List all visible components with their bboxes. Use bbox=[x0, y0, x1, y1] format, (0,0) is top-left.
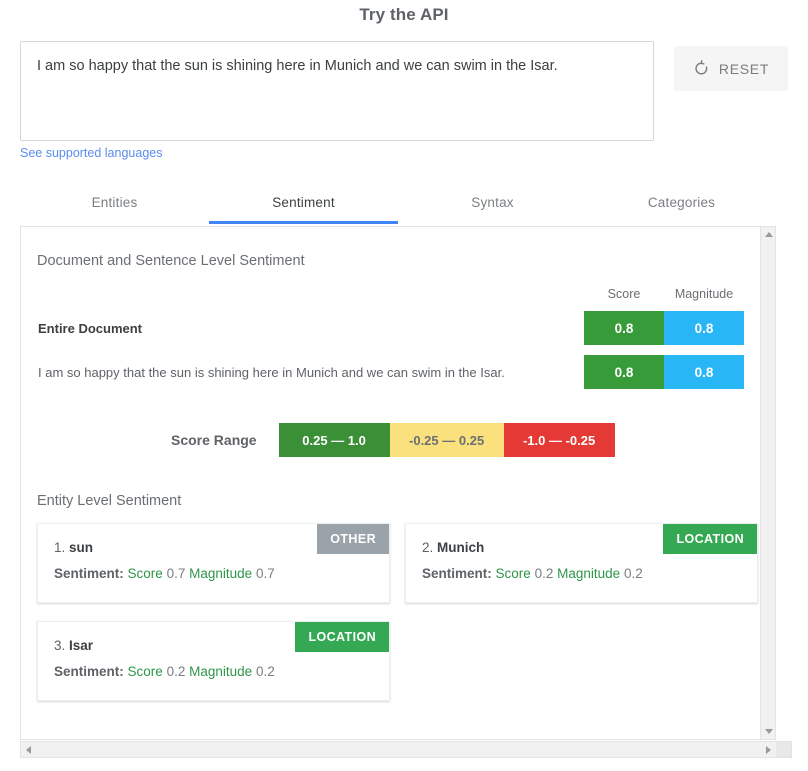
magnitude-chip: 0.8 bbox=[664, 311, 744, 345]
entity-name: Isar bbox=[69, 638, 93, 653]
entity-card[interactable]: OTHER 1. sun Sentiment: Score 0.7 Magnit… bbox=[37, 523, 390, 603]
results-panel: Document and Sentence Level Sentiment Sc… bbox=[20, 226, 776, 740]
tab-entities[interactable]: Entities bbox=[20, 186, 209, 224]
entity-type-badge: LOCATION bbox=[663, 524, 757, 554]
tab-categories-label: Categories bbox=[648, 195, 715, 210]
results-content: Document and Sentence Level Sentiment Sc… bbox=[21, 227, 776, 739]
entity-magnitude-value: 0.2 bbox=[624, 566, 643, 581]
column-header-score: Score bbox=[584, 287, 664, 301]
entity-sentiment-line: Sentiment: Score 0.2 Magnitude 0.2 bbox=[422, 566, 743, 581]
entity-magnitude-key: Magnitude bbox=[189, 664, 252, 679]
tab-sentiment[interactable]: Sentiment bbox=[209, 186, 398, 224]
row-label: Entire Document bbox=[37, 321, 584, 336]
scroll-left-arrow-icon[interactable] bbox=[21, 742, 36, 757]
entity-sentiment-label: Sentiment: bbox=[54, 664, 124, 679]
scroll-right-arrow-icon[interactable] bbox=[761, 742, 776, 757]
range-segment-negative: -1.0 — -0.25 bbox=[504, 423, 615, 457]
tab-entities-label: Entities bbox=[92, 195, 138, 210]
entity-type-badge: OTHER bbox=[317, 524, 389, 554]
document-sentiment-heading: Document and Sentence Level Sentiment bbox=[21, 253, 776, 269]
entity-sentiment-line: Sentiment: Score 0.2 Magnitude 0.2 bbox=[54, 664, 375, 679]
tab-categories[interactable]: Categories bbox=[587, 186, 776, 224]
score-chip: 0.8 bbox=[584, 311, 664, 345]
score-range-bar: 0.25 — 1.0 -0.25 — 0.25 -1.0 — -0.25 bbox=[279, 423, 615, 457]
scrollbar-corner bbox=[776, 742, 791, 757]
entity-sentiment-label: Sentiment: bbox=[422, 566, 492, 581]
entity-name: sun bbox=[69, 540, 93, 555]
tab-syntax[interactable]: Syntax bbox=[398, 186, 587, 224]
entity-score-value: 0.2 bbox=[167, 664, 186, 679]
entity-magnitude-value: 0.7 bbox=[256, 566, 275, 581]
entity-magnitude-value: 0.2 bbox=[256, 664, 275, 679]
table-row: I am so happy that the sun is shining he… bbox=[21, 355, 760, 389]
entity-sentiment-label: Sentiment: bbox=[54, 566, 124, 581]
tab-sentiment-label: Sentiment bbox=[272, 195, 335, 210]
magnitude-chip: 0.8 bbox=[664, 355, 744, 389]
score-range-legend: Score Range 0.25 — 1.0 -0.25 — 0.25 -1.0… bbox=[21, 423, 776, 457]
text-input[interactable] bbox=[20, 41, 654, 141]
row-label: I am so happy that the sun is shining he… bbox=[37, 365, 584, 380]
supported-languages-link[interactable]: See supported languages bbox=[20, 146, 162, 160]
input-row: RESET bbox=[0, 41, 808, 143]
table-row: Entire Document 0.8 0.8 bbox=[21, 311, 760, 345]
scroll-down-arrow-icon[interactable] bbox=[761, 724, 776, 739]
score-chip: 0.8 bbox=[584, 355, 664, 389]
entity-magnitude-key: Magnitude bbox=[557, 566, 620, 581]
scroll-up-arrow-icon[interactable] bbox=[761, 227, 776, 242]
score-table-header: Score Magnitude bbox=[21, 287, 760, 301]
tab-syntax-label: Syntax bbox=[471, 195, 513, 210]
entity-magnitude-key: Magnitude bbox=[189, 566, 252, 581]
entity-index: 2. bbox=[422, 540, 433, 555]
entity-sentiment-heading: Entity Level Sentiment bbox=[21, 493, 776, 509]
entity-score-key: Score bbox=[128, 664, 163, 679]
range-segment-positive: 0.25 — 1.0 bbox=[279, 423, 390, 457]
entity-score-value: 0.2 bbox=[535, 566, 554, 581]
document-sentiment-table: Score Magnitude Entire Document 0.8 0.8 … bbox=[21, 287, 760, 389]
entity-score-value: 0.7 bbox=[167, 566, 186, 581]
entity-sentiment-line: Sentiment: Score 0.7 Magnitude 0.7 bbox=[54, 566, 375, 581]
entity-card[interactable]: LOCATION 2. Munich Sentiment: Score 0.2 … bbox=[405, 523, 758, 603]
entity-card-list: OTHER 1. sun Sentiment: Score 0.7 Magnit… bbox=[21, 523, 776, 719]
entity-index: 3. bbox=[54, 638, 65, 653]
reset-button-label: RESET bbox=[719, 61, 769, 77]
page-title: Try the API bbox=[0, 0, 808, 28]
entity-type-badge: LOCATION bbox=[295, 622, 389, 652]
score-range-label: Score Range bbox=[171, 432, 257, 448]
horizontal-scrollbar[interactable] bbox=[20, 741, 792, 758]
entity-index: 1. bbox=[54, 540, 65, 555]
entity-score-key: Score bbox=[128, 566, 163, 581]
reset-rotate-icon bbox=[693, 60, 710, 77]
range-segment-neutral: -0.25 — 0.25 bbox=[390, 423, 504, 457]
result-tabs: Entities Sentiment Syntax Categories bbox=[20, 186, 776, 224]
entity-card[interactable]: LOCATION 3. Isar Sentiment: Score 0.2 Ma… bbox=[37, 621, 390, 701]
vertical-scrollbar[interactable] bbox=[760, 227, 775, 739]
reset-button[interactable]: RESET bbox=[674, 46, 788, 91]
entity-score-key: Score bbox=[496, 566, 531, 581]
column-header-magnitude: Magnitude bbox=[664, 287, 744, 301]
entity-name: Munich bbox=[437, 540, 484, 555]
